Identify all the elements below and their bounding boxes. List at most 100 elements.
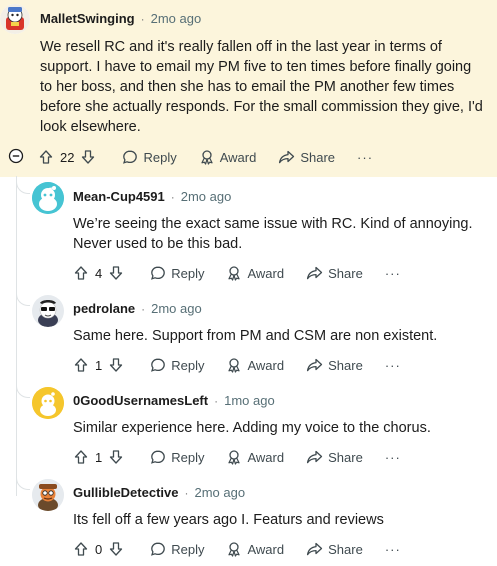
comment-line: Same here. Support from PM and CSM are n… xyxy=(73,328,438,344)
share-label: Share xyxy=(328,541,363,557)
timestamp[interactable]: 2mo ago xyxy=(151,11,202,26)
timestamp[interactable]: 2mo ago xyxy=(151,301,202,316)
thread-branch xyxy=(16,180,30,194)
thread-line[interactable] xyxy=(16,176,17,496)
avatar[interactable] xyxy=(32,182,64,214)
username[interactable]: MalletSwinging xyxy=(40,11,135,26)
speech-bubble-icon xyxy=(151,358,166,372)
more-options-button[interactable]: ··· xyxy=(357,150,373,165)
speech-bubble-icon xyxy=(151,450,166,464)
award-ribbon-icon xyxy=(228,542,241,557)
award-ribbon-icon xyxy=(228,358,241,373)
award-button[interactable]: Award xyxy=(226,449,284,465)
more-options-button[interactable]: ··· xyxy=(385,542,401,557)
award-ribbon-icon xyxy=(228,266,241,281)
award-label: Award xyxy=(247,357,285,373)
share-arrow-icon xyxy=(307,358,323,372)
comment-body: Same here. Support from PM and CSM are n… xyxy=(73,326,493,346)
comment-actions: 0 Reply Award Share ··· xyxy=(73,538,401,560)
share-arrow-icon xyxy=(307,542,323,556)
award-label: Award xyxy=(247,541,285,557)
reply-label: Reply xyxy=(143,149,177,165)
arrow-up-icon[interactable] xyxy=(38,149,54,165)
thread-branch xyxy=(16,476,30,490)
avatar[interactable] xyxy=(32,479,64,511)
arrow-down-icon[interactable] xyxy=(108,357,124,373)
share-button[interactable]: Share xyxy=(306,449,363,465)
award-button[interactable]: Award xyxy=(199,149,256,165)
vote-control: 1 xyxy=(73,449,124,465)
vote-count: 1 xyxy=(95,357,103,373)
timestamp[interactable]: 2mo ago xyxy=(181,189,232,204)
comment-body: Similar experience here. Adding my voice… xyxy=(73,418,493,438)
comment-line: support. I have to email my PM five to t… xyxy=(40,59,472,75)
comment-line: Similar experience here. Adding my voice… xyxy=(73,420,431,436)
timestamp[interactable]: 2mo ago xyxy=(194,485,245,500)
comment-meta: Mean-Cup4591 · 2mo ago xyxy=(73,189,231,204)
speech-bubble-icon xyxy=(151,542,166,556)
avatar[interactable] xyxy=(32,387,64,419)
arrow-up-icon[interactable] xyxy=(73,541,89,557)
share-button[interactable]: Share xyxy=(306,265,363,281)
reply-button[interactable]: Reply xyxy=(150,541,204,557)
comment-meta: 0GoodUsernamesLeft · 1mo ago xyxy=(73,393,275,408)
reply-button[interactable]: Reply xyxy=(150,449,204,465)
vote-count: 0 xyxy=(95,541,103,557)
more-options-button[interactable]: ··· xyxy=(385,450,401,465)
arrow-up-icon[interactable] xyxy=(73,357,89,373)
vote-count: 22 xyxy=(60,149,75,165)
comment-meta: MalletSwinging · 2mo ago xyxy=(40,11,201,26)
reply-label: Reply xyxy=(171,541,205,557)
username[interactable]: pedrolane xyxy=(73,301,135,316)
arrow-up-icon[interactable] xyxy=(73,265,89,281)
separator: · xyxy=(214,393,219,408)
arrow-down-icon[interactable] xyxy=(108,541,124,557)
comment-line: Never used to be this bad. xyxy=(73,236,243,252)
share-button[interactable]: Share xyxy=(306,541,363,557)
comment-line: Its fell off a few years ago I. Featurs … xyxy=(73,512,384,528)
arrow-down-icon[interactable] xyxy=(80,149,96,165)
reply-button[interactable]: Reply xyxy=(122,149,177,165)
reply-button[interactable]: Reply xyxy=(150,357,204,373)
share-arrow-icon xyxy=(307,450,323,464)
separator: · xyxy=(141,301,146,316)
comment-line: to her boss, and then she has to email t… xyxy=(40,79,455,95)
reply-label: Reply xyxy=(171,357,205,373)
award-button[interactable]: Award xyxy=(226,541,284,557)
share-arrow-icon xyxy=(307,266,323,280)
arrow-down-icon[interactable] xyxy=(108,265,124,281)
arrow-up-icon[interactable] xyxy=(73,449,89,465)
more-options-button[interactable]: ··· xyxy=(385,266,401,281)
avatar[interactable] xyxy=(32,295,64,327)
share-label: Share xyxy=(328,449,363,465)
vote-count: 1 xyxy=(95,449,103,465)
award-button[interactable]: Award xyxy=(226,357,284,373)
separator: · xyxy=(170,189,175,204)
award-button[interactable]: Award xyxy=(226,265,284,281)
share-arrow-icon xyxy=(279,150,295,164)
vote-control: 1 xyxy=(73,357,124,373)
reply-label: Reply xyxy=(171,265,205,281)
comment-body: We’re seeing the exact same issue with R… xyxy=(73,214,493,254)
share-button[interactable]: Share xyxy=(278,149,335,165)
arrow-down-icon[interactable] xyxy=(108,449,124,465)
timestamp[interactable]: 1mo ago xyxy=(224,393,275,408)
minus-circle-icon[interactable] xyxy=(8,148,24,164)
share-label: Share xyxy=(328,265,363,281)
speech-bubble-icon xyxy=(151,266,166,280)
award-label: Award xyxy=(247,449,285,465)
username[interactable]: Mean-Cup4591 xyxy=(73,189,165,204)
comment-line: We’re seeing the exact same issue with R… xyxy=(73,216,473,232)
username[interactable]: GullibleDetective xyxy=(73,485,178,500)
more-options-button[interactable]: ··· xyxy=(385,358,401,373)
comment-actions: 1 Reply Award Share ··· xyxy=(73,354,401,376)
comment-line: We resell RC and it's really fallen off … xyxy=(40,39,442,55)
comment-meta: GullibleDetective · 2mo ago xyxy=(73,485,245,500)
username[interactable]: 0GoodUsernamesLeft xyxy=(73,393,208,408)
separator: · xyxy=(184,485,189,500)
reply-button[interactable]: Reply xyxy=(150,265,204,281)
avatar[interactable] xyxy=(0,4,30,34)
vote-control: 22 xyxy=(38,149,96,165)
share-button[interactable]: Share xyxy=(306,357,363,373)
comment-line: look elsewhere. xyxy=(40,119,141,135)
